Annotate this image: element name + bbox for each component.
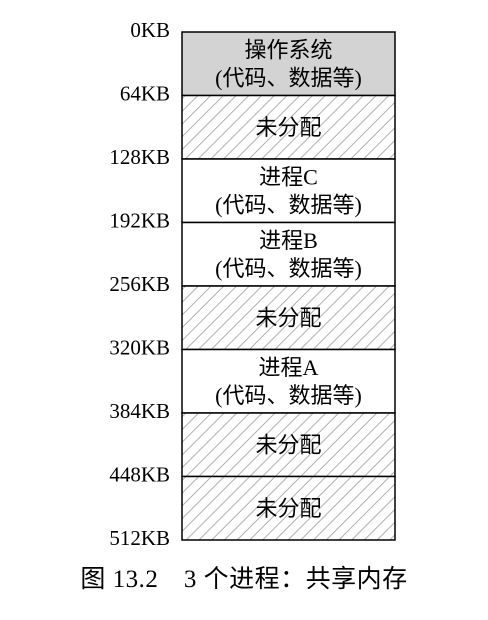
address-label: 512KB — [109, 526, 170, 550]
address-label: 256KB — [109, 272, 170, 296]
segment-free-2-label-0: 未分配 — [255, 305, 321, 330]
segment-process-b-label-1: (代码、数据等) — [215, 256, 362, 281]
address-label: 448KB — [109, 463, 170, 487]
segment-process-c-label-1: (代码、数据等) — [215, 192, 362, 217]
segment-os-label-1: (代码、数据等) — [215, 65, 362, 90]
address-label: 64KB — [120, 82, 170, 106]
segment-free-4-label-0: 未分配 — [255, 496, 321, 521]
address-labels: 0KB 64KB 128KB 192KB 256KB 320KB 384KB 448KB 512… — [109, 18, 170, 550]
segment-free-3-label-0: 未分配 — [255, 432, 321, 457]
address-label: 384KB — [109, 399, 170, 423]
segment-free-1-label-0: 未分配 — [255, 115, 321, 140]
memory-segments: 操作系统(代码、数据等)未分配进程C(代码、数据等)进程B(代码、数据等)未分配… — [181, 31, 396, 541]
figure-caption: 图 13.2 3 个进程：共享内存 — [80, 566, 408, 593]
address-label: 0KB — [130, 18, 170, 42]
address-label: 320KB — [109, 336, 170, 360]
segment-process-a-label-1: (代码、数据等) — [215, 383, 362, 408]
address-label: 128KB — [109, 145, 170, 169]
address-label: 192KB — [109, 209, 170, 233]
segment-os-label-0: 操作系统 — [244, 37, 332, 62]
segment-process-a-label-0: 进程A — [259, 355, 319, 380]
segment-process-c-label-0: 进程C — [259, 164, 318, 189]
segment-process-b-label-0: 进程B — [259, 228, 318, 253]
memory-layout-diagram: 操作系统(代码、数据等)未分配进程C(代码、数据等)进程B(代码、数据等)未分配… — [109, 18, 396, 550]
